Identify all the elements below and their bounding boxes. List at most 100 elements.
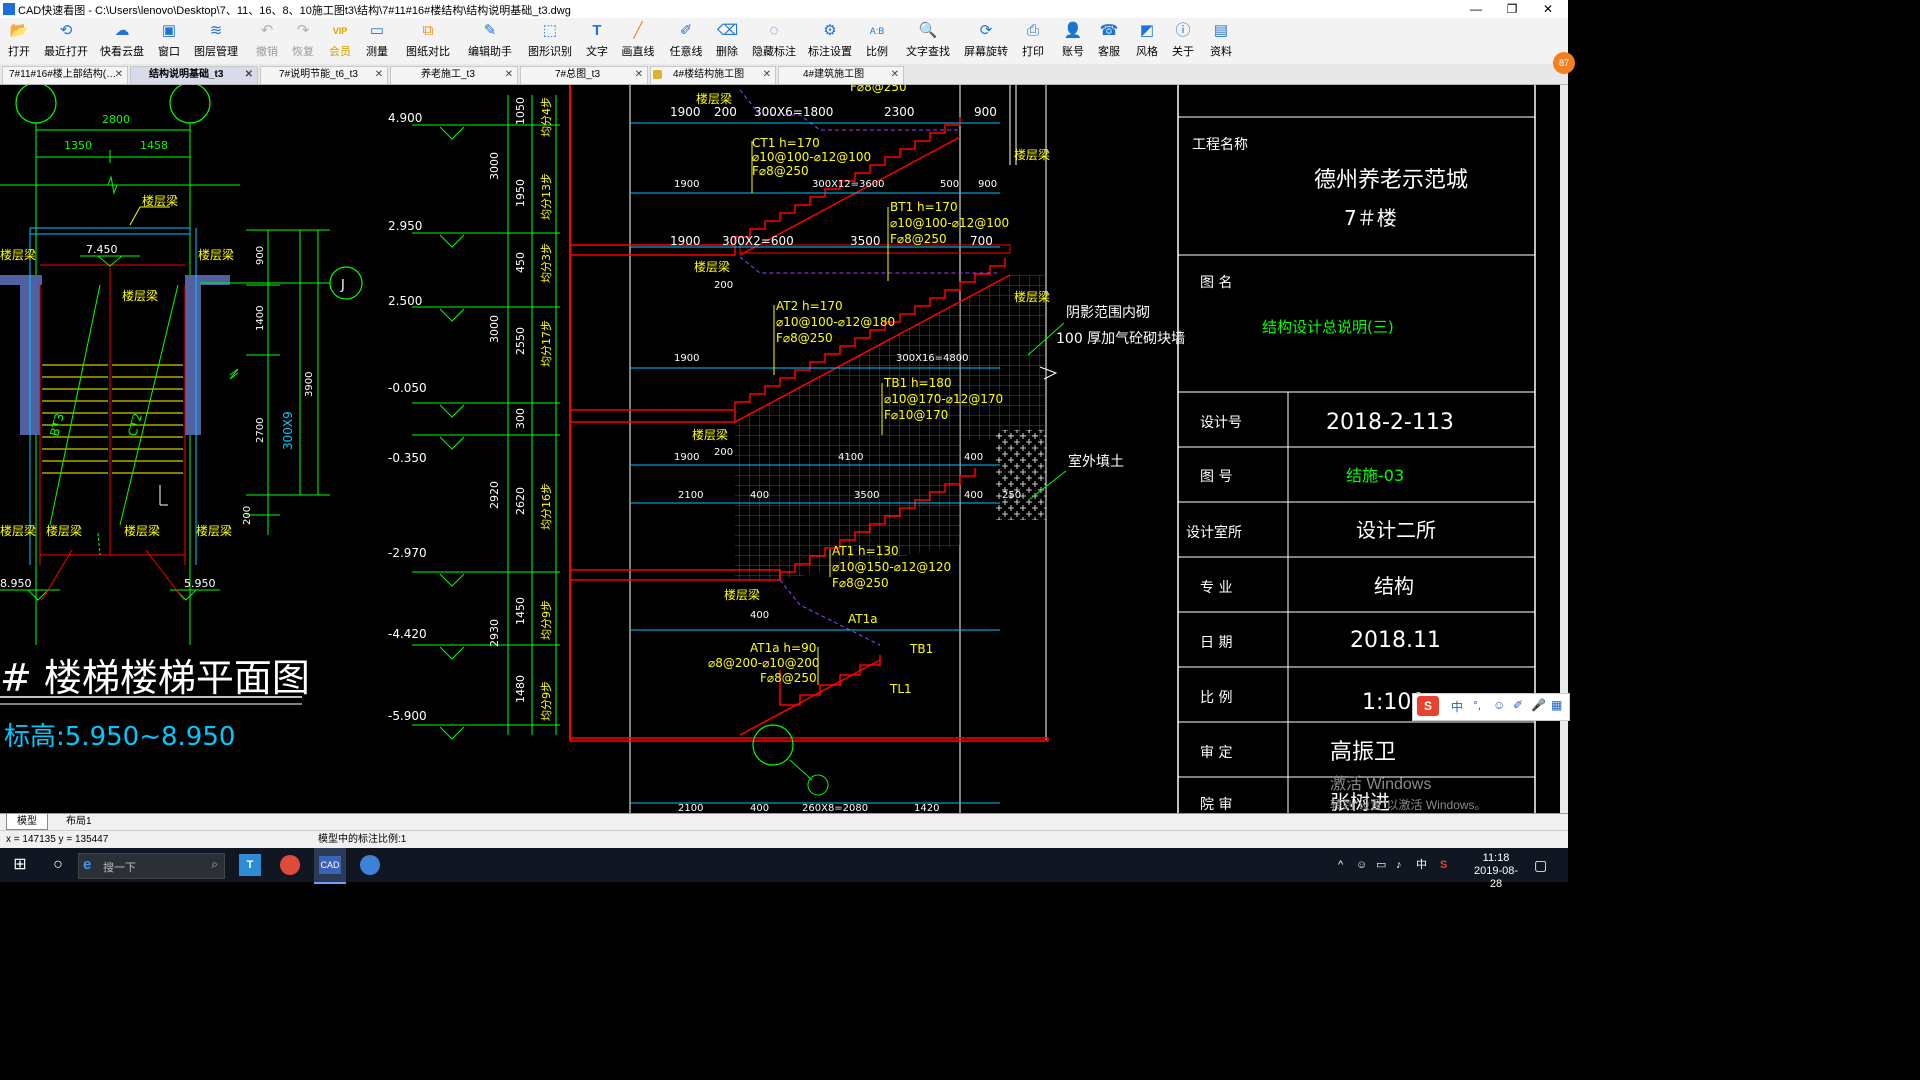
tb-label: 比 例 [1200, 690, 1232, 706]
cad-viewer-icon[interactable]: CAD [314, 848, 346, 884]
dim-text: 2100 [678, 490, 703, 501]
text-button[interactable]: T 文字 [582, 20, 612, 62]
rebar-note: F⌀8@250 [760, 671, 817, 685]
undo-button[interactable]: ↶ 撤销 [252, 20, 282, 62]
tray-network-icon[interactable]: ☺ [1356, 848, 1367, 882]
minimize-button[interactable]: — [1458, 0, 1494, 18]
close-icon[interactable]: ✕ [635, 67, 643, 83]
volume-icon[interactable]: ♪ [1396, 848, 1402, 882]
close-icon[interactable]: ✕ [891, 67, 899, 83]
close-icon[interactable]: ✕ [245, 67, 253, 83]
windows-start-icon[interactable]: ⊞ [8, 848, 32, 882]
handwrite-icon[interactable]: ✐ [1513, 698, 1523, 712]
taskbar: ⊞ ○ e 搜一下 ⌕ T CAD ^ ☺ ▭ ♪ 中 S 11:18 2019… [0, 848, 1568, 890]
tab-upper-structure[interactable]: 7#11#16#楼上部结构(… ✕ [2, 66, 128, 84]
resources-button[interactable]: ▤ 资料 [1206, 20, 1236, 62]
restore-button[interactable]: ❐ [1494, 0, 1530, 18]
history-icon: ⟲ [59, 22, 73, 39]
tab-energy-notes[interactable]: 7#说明节能_t6_t3 ✕ [260, 66, 388, 84]
layer-manager-button[interactable]: ≋ 图层管理 [192, 20, 240, 62]
scale-button[interactable]: A:B 比例 [862, 20, 892, 62]
rebar-note: CT1 h=170 [752, 136, 820, 150]
scale-message: 模型中的标注比例:1 [318, 834, 407, 845]
member-tag: TB1 [909, 642, 933, 656]
cloud-button[interactable]: ☁ 快看云盘 [98, 20, 146, 62]
vip-button[interactable]: VIP 会员 [325, 20, 355, 62]
about-button[interactable]: ⓘ 关于 [1168, 20, 1198, 62]
tab-elderly-construction[interactable]: 养老施工_t3 ✕ [390, 66, 518, 84]
dim-text: 500 [940, 179, 959, 190]
open-button[interactable]: 📂 打开 [4, 20, 34, 62]
redo-button[interactable]: ↷ 恢复 [288, 20, 318, 62]
ime-indicator[interactable]: 中 [1416, 848, 1427, 882]
compare-button[interactable]: ⧉ 图纸对比 [404, 20, 452, 62]
draw-line-button[interactable]: ╱ 画直线 [620, 20, 656, 62]
close-icon[interactable]: ✕ [763, 67, 771, 83]
close-icon[interactable]: ✕ [375, 67, 383, 83]
beam-label: 楼层梁 [198, 247, 234, 262]
tab-model[interactable]: 模型 [6, 814, 48, 830]
delete-button[interactable]: ⌫ 删除 [712, 20, 742, 62]
dim-text: 1458 [140, 139, 168, 152]
tb-label: 专 业 [1200, 580, 1232, 596]
tab-building4-architecture[interactable]: 4#建筑施工图 ✕ [778, 66, 904, 84]
dim-text: 1900 [674, 179, 699, 190]
hide-annotation-button[interactable]: ◌ 隐藏标注 [752, 20, 796, 62]
ime-mode[interactable]: 中 [1451, 698, 1463, 715]
line-icon: ╱ [633, 22, 643, 39]
browser-icon[interactable] [276, 848, 304, 882]
rebar-note: AT2 h=170 [776, 299, 843, 313]
annotation-settings-button[interactable]: ⚙ 标注设置 [808, 20, 852, 62]
app-t-icon[interactable]: T [236, 848, 264, 882]
mic-icon[interactable]: 🎤 [1531, 698, 1546, 712]
sogou-icon[interactable]: S [1417, 696, 1439, 716]
close-icon[interactable]: ✕ [115, 67, 123, 83]
measure-button[interactable]: ▭ 测量 [362, 20, 392, 62]
shape-recognize-button[interactable]: ⬚ 图形识别 [526, 20, 574, 62]
clock[interactable]: 11:18 2019-08-28 [1470, 848, 1522, 890]
punct-icon[interactable]: °, [1473, 698, 1481, 712]
freehand-button[interactable]: ✐ 任意线 [668, 20, 704, 62]
text-find-button[interactable]: 🔍 文字查找 [904, 20, 952, 62]
ime-toolbar[interactable]: S 中 °, ☺ ✐ 🎤 ▦ [1412, 693, 1570, 721]
account-button[interactable]: 👤 账号 [1058, 20, 1088, 62]
recent-button[interactable]: ⟲ 最近打开 [42, 20, 90, 62]
edit-assistant-button[interactable]: ✎ 编辑助手 [466, 20, 514, 62]
tab-layout1[interactable]: 布局1 [56, 814, 102, 829]
notification-badge[interactable]: 87 [1553, 52, 1575, 74]
beam-label: 楼层梁 [142, 193, 178, 208]
printer-icon: ⎙ [1026, 22, 1039, 39]
tray-up-icon[interactable]: ^ [1338, 848, 1343, 882]
notification-icon[interactable]: ▢ [1534, 848, 1547, 882]
support-button[interactable]: ☎ 客服 [1094, 20, 1124, 62]
drawing-canvas[interactable]: 2800 1350 1458 楼层梁 7.450 BT3 CT2 楼层梁 楼层梁… [0, 85, 1560, 813]
tab-structure-notes[interactable]: 结构说明基础_t3 ✕ [130, 66, 258, 84]
rotate-screen-button[interactable]: ⟳ 屏幕旋转 [962, 20, 1010, 62]
dim-text: 1900 [670, 105, 701, 119]
taskbar-search-input[interactable]: e 搜一下 ⌕ [78, 853, 225, 879]
sogou-tray-icon[interactable]: S [1440, 848, 1447, 882]
sogou-app-icon[interactable] [356, 848, 384, 882]
rebar-note: F⌀8@250 [752, 164, 809, 178]
tray-display-icon[interactable]: ▭ [1376, 848, 1386, 882]
rebar-note: BT1 h=170 [890, 200, 958, 214]
app-icon [3, 3, 15, 15]
tb-label: 图 名 [1200, 275, 1232, 291]
style-button[interactable]: ◩ 风格 [1132, 20, 1162, 62]
dim-text: 260X8=2080 [802, 803, 868, 813]
tb-approver: 高振卫 [1330, 740, 1396, 765]
lock-icon [653, 70, 662, 79]
tab-building4-structure[interactable]: 4#楼结构施工图 ✕ [650, 66, 776, 84]
cortana-icon[interactable]: ○ [46, 848, 70, 882]
emoji-icon[interactable]: ☺ [1493, 698, 1505, 712]
window-button[interactable]: ▣ 窗口 [154, 20, 184, 62]
stair-section: 1900 200 300X6=1800 2300 900 1900 300X12… [569, 85, 1185, 813]
close-icon[interactable]: ✕ [505, 67, 513, 83]
beam-label: 楼层梁 [1014, 289, 1050, 304]
level-text: 4.900 [388, 111, 422, 125]
dim-text: 1900 [670, 234, 701, 248]
print-button[interactable]: ⎙ 打印 [1018, 20, 1048, 62]
grid-icon[interactable]: ▦ [1551, 698, 1562, 712]
tab-site-plan[interactable]: 7#总图_t3 ✕ [520, 66, 648, 84]
close-button[interactable]: ✕ [1530, 0, 1566, 18]
